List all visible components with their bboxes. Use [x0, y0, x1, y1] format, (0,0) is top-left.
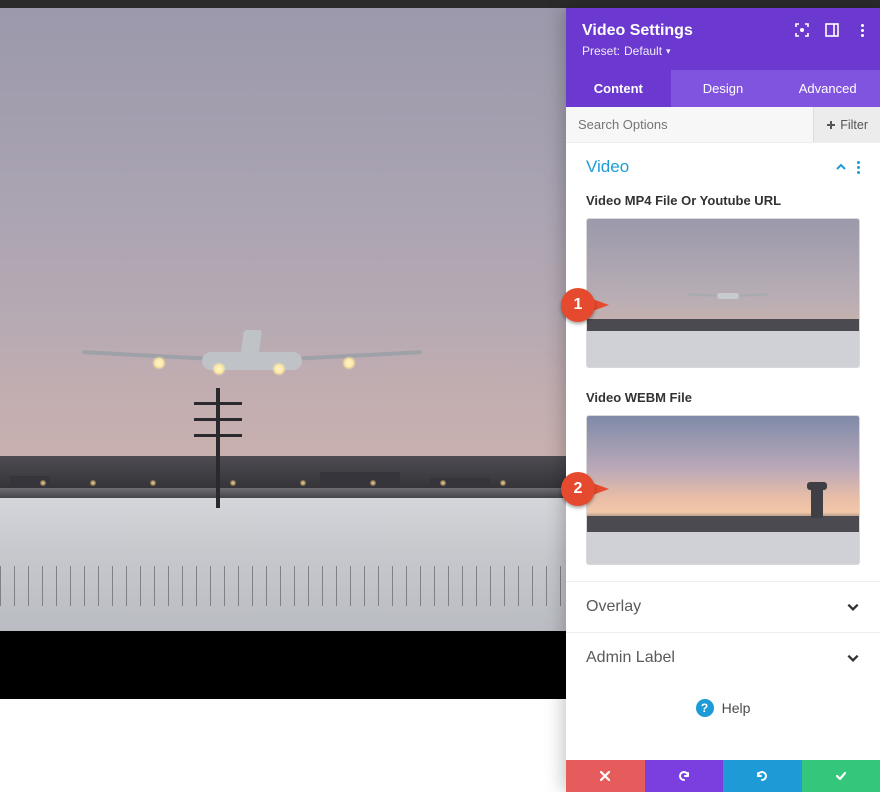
chevron-down-icon — [846, 600, 860, 614]
undo-icon — [677, 769, 691, 783]
close-icon — [598, 769, 612, 783]
plus-icon — [826, 120, 836, 130]
preset-value: Default — [624, 44, 662, 58]
tab-content[interactable]: Content — [566, 70, 671, 107]
kebab-menu-icon[interactable] — [854, 22, 870, 38]
section-header-video[interactable]: Video — [566, 143, 880, 187]
video-preview — [0, 8, 566, 699]
redo-icon — [755, 769, 769, 783]
footer-actions — [566, 760, 880, 792]
header-icons — [794, 22, 870, 38]
filter-button[interactable]: Filter — [813, 107, 880, 142]
tabs: Content Design Advanced — [566, 70, 880, 107]
check-icon — [834, 769, 848, 783]
section-title-admin-label: Admin Label — [586, 649, 675, 667]
save-button[interactable] — [802, 760, 880, 792]
video-mp4-thumbnail[interactable] — [586, 218, 860, 368]
field-label-mp4: Video MP4 File Or Youtube URL — [566, 187, 880, 218]
layout-icon[interactable] — [824, 22, 840, 38]
cancel-button[interactable] — [566, 760, 645, 792]
tab-design[interactable]: Design — [671, 70, 776, 107]
section-icons-video — [835, 161, 860, 174]
chevron-up-icon[interactable] — [835, 161, 847, 173]
help-row[interactable]: ? Help — [566, 683, 880, 727]
preset-selector[interactable]: Preset: Default ▾ — [582, 44, 864, 58]
preview-tower — [188, 388, 248, 508]
settings-panel: Video Settings Preset: Default ▾ Content… — [566, 8, 880, 792]
focus-icon[interactable] — [794, 22, 810, 38]
chevron-down-icon — [846, 651, 860, 665]
preview-fence — [0, 566, 566, 606]
search-input[interactable] — [566, 107, 813, 142]
preview-letterbox — [0, 631, 566, 699]
section-title-overlay: Overlay — [586, 598, 641, 616]
filter-label: Filter — [840, 118, 868, 132]
video-webm-thumbnail[interactable] — [586, 415, 860, 565]
section-title-video: Video — [586, 157, 629, 177]
preview-airplane — [82, 316, 422, 406]
app-top-bar — [0, 0, 880, 8]
redo-button[interactable] — [723, 760, 802, 792]
tab-advanced[interactable]: Advanced — [775, 70, 880, 107]
section-header-overlay[interactable]: Overlay — [566, 581, 880, 632]
undo-button[interactable] — [645, 760, 724, 792]
panel-body[interactable]: Video Video MP4 File Or Youtube URL Vide… — [566, 143, 880, 792]
kebab-menu-icon[interactable] — [857, 161, 860, 174]
preset-prefix: Preset: — [582, 44, 620, 58]
help-label: Help — [722, 700, 751, 716]
search-row: Filter — [566, 107, 880, 143]
help-icon: ? — [696, 699, 714, 717]
panel-header: Video Settings Preset: Default ▾ — [566, 8, 880, 70]
section-header-admin-label[interactable]: Admin Label — [566, 632, 880, 683]
preview-approach-lights — [0, 480, 566, 490]
chevron-down-icon: ▾ — [666, 46, 671, 57]
field-label-webm: Video WEBM File — [566, 384, 880, 415]
